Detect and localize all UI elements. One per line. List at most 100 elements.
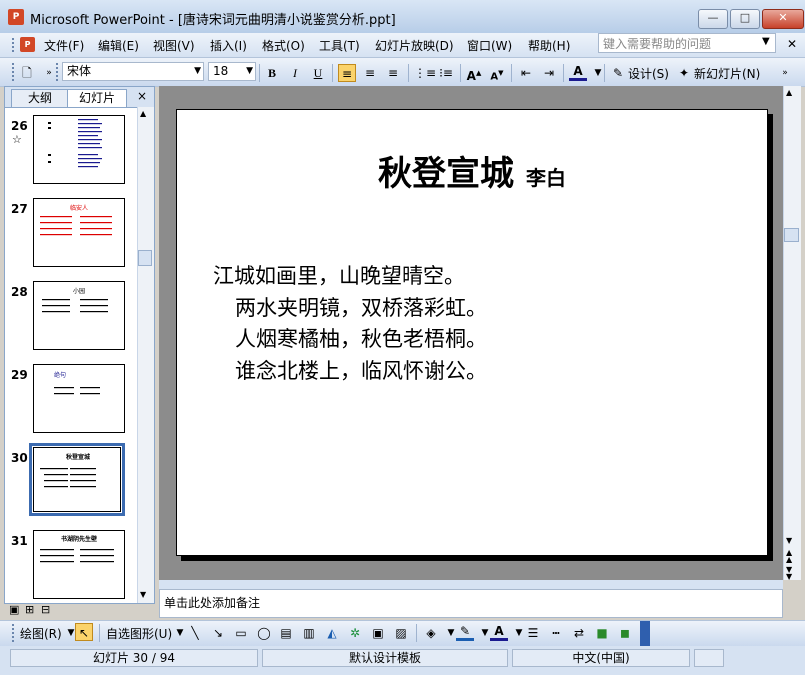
toolbar-grip-icon[interactable] [56, 63, 61, 81]
shadow-style-icon[interactable]: ■ [593, 624, 611, 642]
star-icon: ☆ [12, 133, 22, 146]
slide-sorter-icon[interactable]: ⊞ [25, 603, 34, 616]
poem-line-3[interactable]: 人烟寒橘柚，秋色老梧桐。 [235, 323, 487, 353]
menu-window[interactable]: 窗口(W) [467, 37, 512, 54]
horizontal-scrollbar[interactable] [159, 580, 783, 589]
fill-color-icon[interactable]: ◈ [422, 624, 440, 642]
decrease-font-icon[interactable]: A▼ [488, 64, 506, 82]
slide-thumbnail-30[interactable]: 秋登宣城 [33, 447, 121, 512]
current-slide[interactable]: 秋登宣城 李白 江城如画里，山晚望晴空。 两水夹明镜，双桥落彩虹。 人烟寒橘柚，秋… [176, 109, 768, 556]
wordart-icon[interactable]: ◭ [323, 624, 341, 642]
line-icon[interactable]: ╲ [186, 624, 204, 642]
poem-line-2[interactable]: 两水夹明镜，双桥落彩虹。 [235, 292, 487, 322]
select-objects-icon[interactable]: ↖ [75, 623, 93, 641]
bullets-icon[interactable]: ⁝≡ [437, 64, 455, 82]
scroll-up-icon[interactable]: ▲ [140, 109, 146, 118]
scroll-up-icon[interactable]: ▲ [786, 88, 792, 97]
next-slide-icon[interactable]: ▼ ▼ [786, 566, 792, 581]
menu-slideshow[interactable]: 幻灯片放映(D) [375, 37, 454, 54]
tab-outline[interactable]: 大纲 [11, 89, 69, 107]
numbering-icon[interactable]: ⋮≡ [414, 64, 436, 82]
menu-format[interactable]: 格式(O) [262, 37, 305, 54]
rectangle-icon[interactable]: ▭ [232, 624, 250, 642]
pane-scroll-thumb[interactable] [138, 250, 152, 266]
pane-scrollbar[interactable] [137, 107, 154, 603]
previous-slide-icon[interactable]: ▲ ▲ [786, 549, 792, 564]
increase-font-icon[interactable]: A▲ [465, 64, 483, 83]
close-doc-icon[interactable]: ✕ [787, 37, 797, 51]
tab-slides[interactable]: 幻灯片 [67, 89, 127, 107]
menu-file[interactable]: 文件(F) [44, 37, 84, 54]
arrow-style-icon[interactable]: ⇄ [570, 624, 588, 642]
toolbar-options-icon[interactable]: » [776, 64, 794, 82]
new-slide-icon[interactable]: ✦ [675, 64, 693, 82]
chevron-down-icon[interactable]: ▼ [246, 63, 253, 80]
new-slide-button[interactable]: 新幻灯片(N) [694, 65, 760, 82]
normal-view-icon[interactable]: ▣ [9, 603, 19, 616]
italic-button[interactable]: I [286, 64, 304, 82]
slide-thumbnail-27[interactable]: 临安人 [33, 198, 125, 267]
underline-button[interactable]: U [309, 64, 327, 82]
line-style-icon[interactable]: ☰ [524, 624, 542, 642]
textbox-icon[interactable]: ▤ [277, 624, 295, 642]
document-icon[interactable]: P [20, 37, 35, 52]
help-search-input[interactable]: 键入需要帮助的问题 [598, 33, 776, 53]
notes-pane[interactable]: 单击此处添加备注 [159, 589, 783, 618]
autoshapes-button[interactable]: 自选图形(U) [106, 625, 172, 642]
menu-tools[interactable]: 工具(T) [319, 37, 360, 54]
increase-indent-icon[interactable]: ⇥ [540, 64, 558, 82]
scroll-down-icon[interactable]: ▼ [786, 536, 792, 545]
menu-view[interactable]: 视图(V) [153, 37, 195, 54]
toolbar-options-icon[interactable] [640, 621, 650, 646]
chevron-down-icon[interactable]: ▼ [762, 36, 770, 47]
powerpoint-app-icon[interactable]: P [8, 9, 24, 25]
slide-number: 28 [11, 285, 28, 299]
slide-title[interactable]: 秋登宣城 李白 [177, 146, 767, 195]
toolbar-grip-icon[interactable] [12, 63, 17, 81]
main-scroll-thumb[interactable] [784, 228, 799, 242]
draw-menu-button[interactable]: 绘图(R) [20, 625, 62, 642]
menu-insert[interactable]: 插入(I) [210, 37, 247, 54]
main-scrollbar[interactable] [783, 86, 801, 580]
poem-line-4[interactable]: 谁念北楼上，临风怀谢公。 [235, 355, 487, 385]
font-name-combo[interactable]: 宋体 ▼ [62, 62, 204, 81]
poem-line-1[interactable]: 江城如画里，山晚望晴空。 [213, 260, 465, 290]
line-color-icon[interactable]: ✎ [456, 624, 474, 641]
maximize-button[interactable]: □ [730, 9, 760, 29]
toolbar-grip-icon[interactable] [12, 624, 17, 642]
new-document-icon[interactable]: 🗋 [18, 64, 36, 82]
chevron-down-icon[interactable]: ▼ [194, 63, 201, 80]
close-icon[interactable]: × [137, 89, 147, 103]
font-color-icon[interactable]: A [490, 624, 508, 641]
align-right-icon[interactable]: ≡ [384, 64, 402, 82]
slide-thumbnail-31[interactable]: 书湖阴先生壁 [33, 530, 125, 599]
scroll-down-icon[interactable]: ▼ [140, 590, 146, 599]
decrease-indent-icon[interactable]: ⇤ [517, 64, 535, 82]
3d-style-icon[interactable]: ◼ [616, 624, 634, 642]
picture-icon[interactable]: ▨ [392, 624, 410, 642]
design-icon[interactable]: ✎ [609, 64, 627, 82]
slide-thumbnail-29[interactable]: 绝句 [33, 364, 125, 433]
align-left-icon[interactable]: ≡ [338, 64, 356, 82]
close-button[interactable]: ✕ [762, 9, 804, 29]
clipart-icon[interactable]: ▣ [369, 624, 387, 642]
arrow-icon[interactable]: ↘ [209, 624, 227, 642]
menu-edit[interactable]: 编辑(E) [98, 37, 139, 54]
align-center-icon[interactable]: ≡ [361, 64, 379, 82]
slide-thumbnail-26[interactable] [33, 115, 125, 184]
minimize-button[interactable]: — [698, 9, 728, 29]
separator [332, 64, 333, 82]
diagram-icon[interactable]: ✲ [346, 624, 364, 642]
design-button[interactable]: 设计(S) [628, 65, 669, 82]
bold-button[interactable]: B [263, 64, 281, 82]
font-color-icon[interactable]: A [569, 64, 587, 81]
vertical-textbox-icon[interactable]: ▥ [300, 624, 318, 642]
font-size-combo[interactable]: 18 ▼ [208, 62, 256, 81]
toolbar-grip-icon[interactable] [12, 38, 17, 52]
menu-help[interactable]: 帮助(H) [528, 37, 570, 54]
oval-icon[interactable]: ◯ [255, 624, 273, 642]
slide-thumbnail-28[interactable]: 小园 [33, 281, 125, 350]
dash-style-icon[interactable]: ┅ [547, 624, 565, 642]
slide-author: 李白 [526, 166, 566, 190]
slideshow-icon[interactable]: ⊟ [41, 603, 50, 616]
